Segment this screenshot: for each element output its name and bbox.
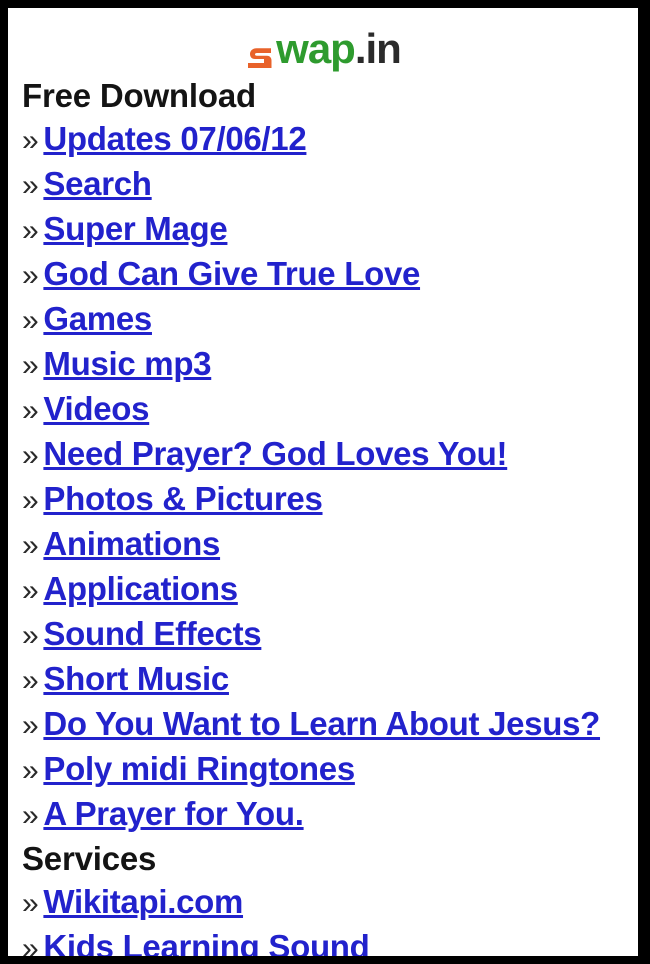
link-learn-about-jesus[interactable]: Do You Want to Learn About Jesus? [43, 705, 600, 742]
link-search[interactable]: Search [43, 165, 152, 202]
heading-services: Services [22, 840, 157, 877]
bullet-marker-icon: » [22, 214, 39, 247]
link-wikitapi-com[interactable]: Wikitapi.com [43, 883, 243, 920]
orange-swirl-mark-icon [245, 38, 275, 68]
bullet-marker-icon: » [22, 709, 39, 742]
list-item: » Super Mage [8, 207, 638, 252]
list-item: » Poly midi Ringtones [8, 747, 638, 792]
bullet-marker-icon: » [22, 124, 39, 157]
list-item: » Photos & Pictures [8, 477, 638, 522]
bullet-marker-icon: » [22, 887, 39, 920]
heading-free-download: Free Download [22, 77, 256, 114]
list-item: » Applications [8, 567, 638, 612]
link-super-mage[interactable]: Super Mage [43, 210, 227, 247]
free-download-link-list: » Updates 07/06/12 » Search » Super Mage » G… [8, 117, 638, 837]
bullet-marker-icon: » [22, 529, 39, 562]
list-item: » Need Prayer? God Loves You! [8, 432, 638, 477]
logo-wordmark: wap.in [245, 25, 402, 72]
link-god-can-give-true-love[interactable]: God Can Give True Love [43, 255, 420, 292]
list-item: » Animations [8, 522, 638, 567]
list-item: » Music mp3 [8, 342, 638, 387]
link-short-music[interactable]: Short Music [43, 660, 229, 697]
bullet-marker-icon: » [22, 259, 39, 292]
site-logo[interactable]: wap.in [8, 8, 638, 74]
list-item: » Short Music [8, 657, 638, 702]
list-item: » God Can Give True Love [8, 252, 638, 297]
bullet-marker-icon: » [22, 799, 39, 832]
list-item: » Search [8, 162, 638, 207]
logo-word-wap: wap [276, 25, 356, 72]
services-link-list: » Wikitapi.com » Kids Learning Sound [8, 880, 638, 956]
bullet-marker-icon: » [22, 932, 39, 956]
list-item: » Videos [8, 387, 638, 432]
section-services: Services » Wikitapi.com » Kids Learning So… [8, 837, 638, 956]
page-viewport: wap.in Free Download » Updates 07/06/12 »… [8, 8, 638, 956]
bullet-marker-icon: » [22, 349, 39, 382]
section-free-download: Free Download » Updates 07/06/12 » Search … [8, 74, 638, 837]
link-applications[interactable]: Applications [43, 570, 238, 607]
bullet-marker-icon: » [22, 394, 39, 427]
bullet-marker-icon: » [22, 169, 39, 202]
list-item: » Wikitapi.com [8, 880, 638, 925]
link-photos-pictures[interactable]: Photos & Pictures [43, 480, 322, 517]
bullet-marker-icon: » [22, 664, 39, 697]
link-poly-midi-ringtones[interactable]: Poly midi Ringtones [43, 750, 355, 787]
link-updates[interactable]: Updates 07/06/12 [43, 120, 306, 157]
list-item: » Updates 07/06/12 [8, 117, 638, 162]
bullet-marker-icon: » [22, 574, 39, 607]
link-kids-learning-sound[interactable]: Kids Learning Sound [43, 928, 369, 956]
link-music-mp3[interactable]: Music mp3 [43, 345, 211, 382]
logo-word-tld: .in [354, 25, 402, 72]
list-item: » Games [8, 297, 638, 342]
link-animations[interactable]: Animations [43, 525, 220, 562]
link-games[interactable]: Games [43, 300, 152, 337]
bullet-marker-icon: » [22, 439, 39, 472]
bullet-marker-icon: » [22, 619, 39, 652]
list-item: » Kids Learning Sound [8, 925, 638, 956]
link-sound-effects[interactable]: Sound Effects [43, 615, 261, 652]
link-a-prayer-for-you[interactable]: A Prayer for You. [43, 795, 304, 832]
bullet-marker-icon: » [22, 754, 39, 787]
list-item: » A Prayer for You. [8, 792, 638, 837]
bullet-marker-icon: » [22, 304, 39, 337]
list-item: » Sound Effects [8, 612, 638, 657]
bullet-marker-icon: » [22, 484, 39, 517]
link-need-prayer[interactable]: Need Prayer? God Loves You! [43, 435, 507, 472]
list-item: » Do You Want to Learn About Jesus? [8, 702, 638, 747]
link-videos[interactable]: Videos [43, 390, 149, 427]
